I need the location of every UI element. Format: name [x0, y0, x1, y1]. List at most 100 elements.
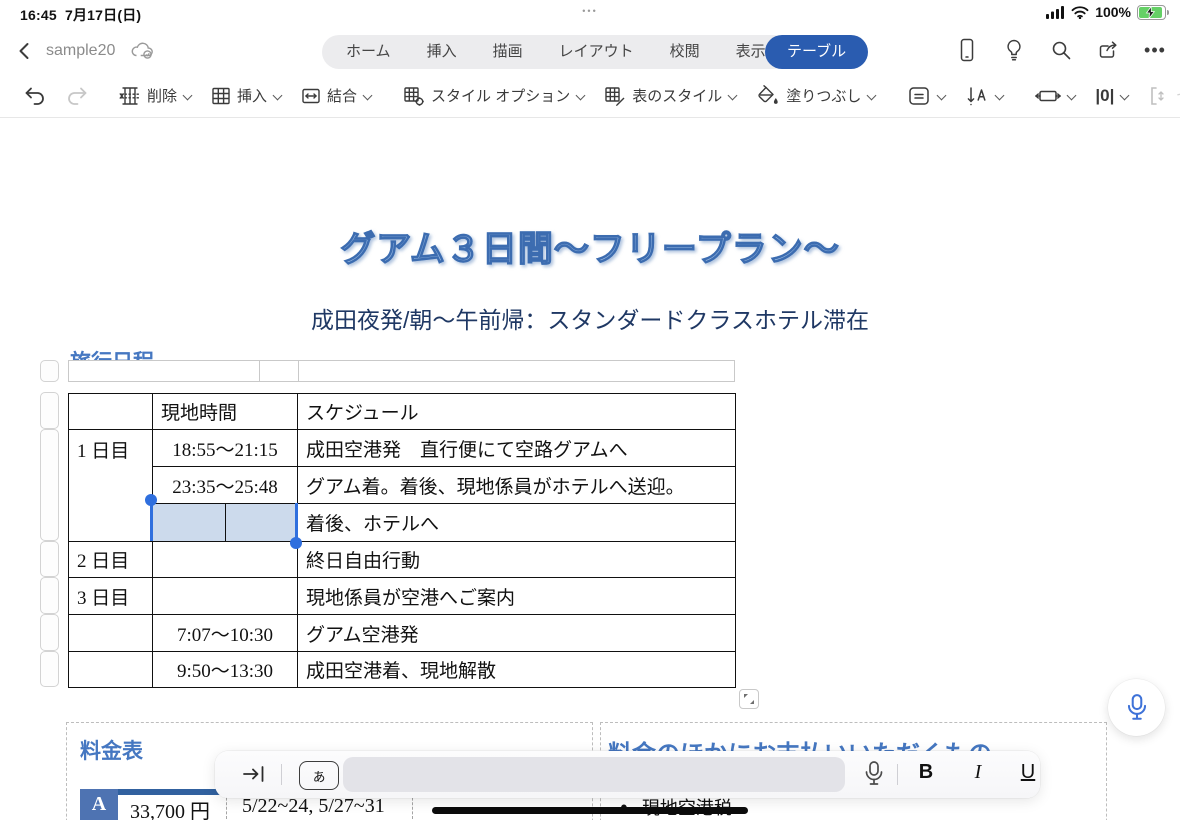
- cell-day[interactable]: 1 日目: [68, 429, 153, 542]
- selection-handle-top-left[interactable]: [145, 494, 157, 506]
- cloud-sync-icon: [130, 40, 156, 65]
- cell-desc[interactable]: 成田空港発 直行便にて空路グアムへ: [297, 429, 736, 467]
- search-icon[interactable]: [1048, 37, 1074, 63]
- merge-menu-button[interactable]: 結合: [292, 81, 382, 110]
- cell-time[interactable]: 18:55〜21:15: [152, 429, 298, 467]
- row-handle[interactable]: [40, 614, 59, 651]
- row-handle[interactable]: [40, 541, 59, 577]
- more-options-icon[interactable]: •••: [1142, 37, 1168, 63]
- cell-day[interactable]: 3 日目: [68, 577, 153, 615]
- doc-subtitle: 成田夜発/朝〜午前帰：スタンダードクラスホテル滞在: [311, 307, 869, 333]
- table-row: 着後、ホテルへ: [69, 503, 736, 542]
- price-row-label[interactable]: A: [80, 789, 118, 820]
- cell-time[interactable]: [152, 577, 298, 615]
- bold-button[interactable]: B: [909, 761, 943, 784]
- cell-selected[interactable]: [225, 503, 298, 542]
- underline-button[interactable]: U: [1011, 761, 1045, 784]
- cell-desc[interactable]: 現地係員が空港へご案内: [297, 577, 736, 615]
- itinerary-table[interactable]: 現地時間 スケジュール 1 日目 18:55〜21:15 成田空港発 直行便にて…: [68, 393, 736, 688]
- chevron-down-icon: [576, 92, 586, 100]
- back-button[interactable]: [12, 38, 38, 64]
- dictation-fab[interactable]: [1108, 679, 1165, 736]
- tab-layout[interactable]: レイアウト: [541, 35, 652, 69]
- kana-input-button[interactable]: ぁ: [299, 761, 339, 790]
- tab-review[interactable]: 校閲: [652, 35, 718, 69]
- cell-time[interactable]: [152, 541, 298, 578]
- tab-draw[interactable]: 描画: [475, 35, 541, 69]
- cell-desc[interactable]: グアム着。着後、現地係員がホテルへ送迎。: [297, 466, 736, 504]
- mobile-view-icon[interactable]: [954, 37, 980, 63]
- row-height-button[interactable]: [1026, 81, 1086, 111]
- share-icon[interactable]: [1095, 37, 1121, 63]
- undo-button[interactable]: [14, 81, 56, 111]
- text-direction-button[interactable]: [956, 81, 1014, 111]
- text-direction-icon: [965, 85, 989, 107]
- empty-table-row[interactable]: [68, 360, 735, 382]
- redo-button: [56, 81, 98, 111]
- row-handle[interactable]: [40, 577, 59, 614]
- delete-menu-button[interactable]: 削除: [110, 81, 202, 110]
- cell-margins-button[interactable]: |0|: [1086, 82, 1139, 110]
- cell-margins-icon: |0|: [1095, 85, 1115, 105]
- row-handle[interactable]: [40, 429, 59, 541]
- row-handle[interactable]: [40, 392, 59, 429]
- doc-wordart-title: グアム３日間〜フリープラン〜: [0, 221, 1180, 272]
- cell-alignment-icon: [907, 85, 931, 107]
- cell-desc[interactable]: 終日自由行動: [297, 541, 736, 578]
- cell-time-header[interactable]: 現地時間: [152, 393, 298, 430]
- lightbulb-icon[interactable]: [1001, 37, 1027, 63]
- cell-day[interactable]: [68, 651, 153, 688]
- document-title[interactable]: sample20: [46, 42, 115, 60]
- style-options-label: スタイル オプション: [431, 88, 571, 105]
- price-dates[interactable]: 5/22~24, 5/27~31: [242, 795, 385, 818]
- cell-time[interactable]: 9:50〜13:30: [152, 651, 298, 688]
- row-handle[interactable]: [40, 651, 59, 687]
- wifi-icon: [1071, 5, 1089, 19]
- table-row: 3 日目 現地係員が空港へご案内: [68, 577, 736, 615]
- title-bar: sample20 ホーム 挿入 描画 レイアウト 校閲 表示 テーブル •••: [0, 26, 1180, 74]
- table-style-options-icon: [403, 86, 425, 106]
- chevron-down-icon: [273, 92, 283, 100]
- cell-time[interactable]: 7:07〜10:30: [152, 614, 298, 652]
- document-canvas[interactable]: グアム３日間〜フリープラン〜 成田夜発/朝〜午前帰：スタンダードクラスホテル滞在…: [0, 118, 1180, 820]
- cell-day[interactable]: [68, 393, 153, 430]
- table-resize-handle[interactable]: [739, 689, 759, 709]
- home-indicator[interactable]: [432, 807, 748, 814]
- tab-insert[interactable]: 挿入: [409, 35, 475, 69]
- cell-desc[interactable]: 成田空港着、現地解散: [297, 651, 736, 688]
- cell-schedule-header[interactable]: スケジュール: [297, 393, 736, 430]
- insert-table-icon: [211, 86, 231, 106]
- chevron-down-icon: [363, 92, 373, 100]
- row-handle[interactable]: [40, 360, 59, 382]
- selection-edge-left: [150, 503, 153, 541]
- chevron-down-icon: [183, 92, 193, 100]
- chevron-down-icon: [995, 92, 1005, 100]
- selection-edge-right: [295, 503, 298, 541]
- table-tools-toolbar: 削除 挿入 結合 スタイル オプション 表のスタイル 塗りつぶし |0|: [0, 74, 1180, 118]
- table-style-label: 表のスタイル: [632, 88, 723, 105]
- cell-day[interactable]: 2 日目: [68, 541, 153, 578]
- autofit-label-partial: セ: [1176, 85, 1180, 106]
- style-options-menu-button[interactable]: スタイル オプション: [394, 81, 595, 110]
- cell-alignment-button[interactable]: [898, 81, 956, 111]
- cell-time[interactable]: 23:35〜25:48: [152, 466, 298, 504]
- fill-menu-button[interactable]: 塗りつぶし: [747, 81, 886, 111]
- selection-handle-bottom-right[interactable]: [290, 537, 302, 549]
- table-row: 7:07〜10:30 グアム空港発: [68, 614, 736, 652]
- tab-table-active[interactable]: テーブル: [765, 35, 869, 69]
- table-style-menu-button[interactable]: 表のスタイル: [595, 81, 747, 110]
- price-value[interactable]: 33,700 円: [130, 795, 210, 820]
- cell-desc[interactable]: 着後、ホテルへ: [297, 503, 736, 542]
- dictation-mic-icon[interactable]: [863, 760, 885, 788]
- cell-day[interactable]: [68, 614, 153, 652]
- italic-button[interactable]: I: [961, 761, 995, 784]
- tab-key-icon[interactable]: [241, 763, 267, 785]
- cell-selected[interactable]: [152, 503, 226, 542]
- autofit-icon: [1148, 85, 1170, 107]
- merge-label: 結合: [327, 88, 358, 105]
- insert-menu-button[interactable]: 挿入: [202, 81, 292, 110]
- candidate-bar[interactable]: [343, 757, 845, 792]
- ribbon-tab-strip: ホーム 挿入 描画 レイアウト 校閲 表示: [322, 35, 790, 69]
- tab-home[interactable]: ホーム: [328, 35, 409, 69]
- cell-desc[interactable]: グアム空港発: [297, 614, 736, 652]
